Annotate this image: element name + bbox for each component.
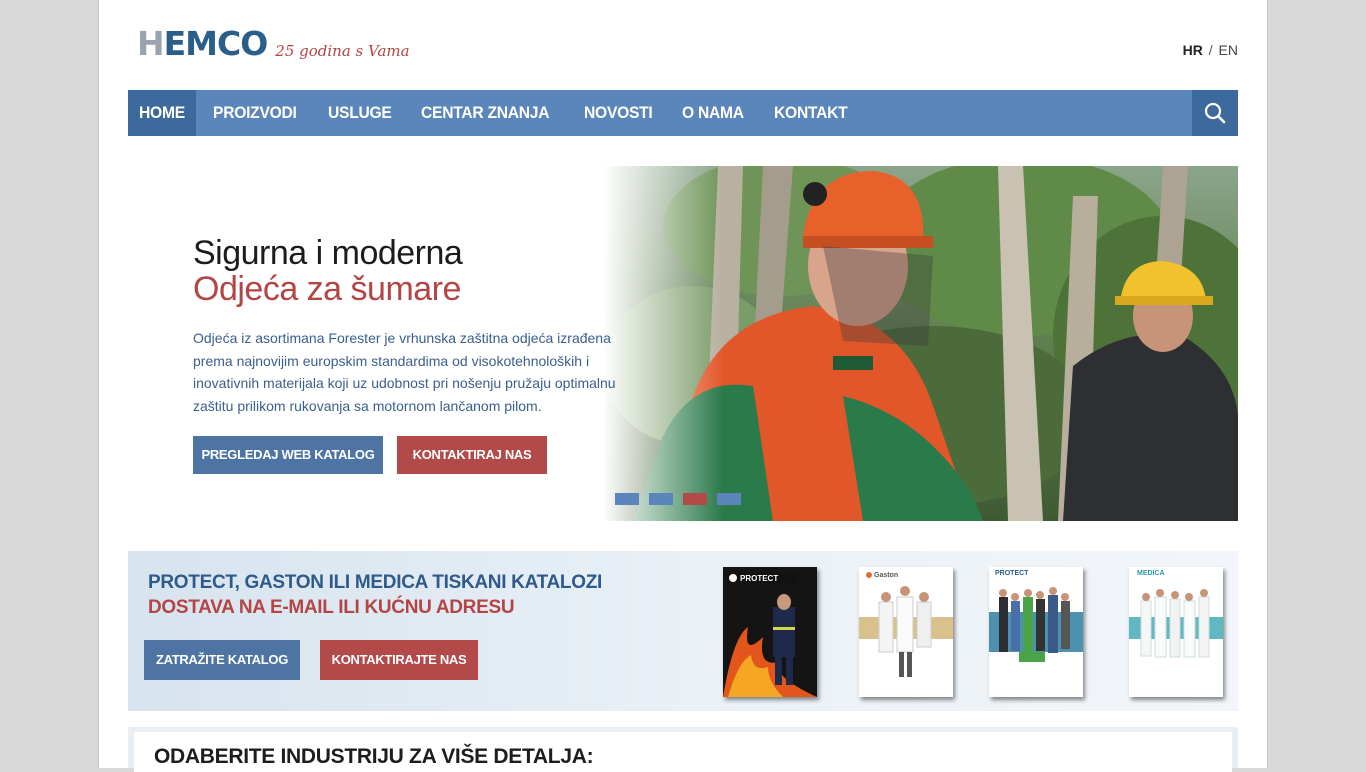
main-navigation: HOME PROIZVODI USLUGE CENTAR ZNANJA NOVO… <box>128 90 1238 136</box>
cover-protect-workwear[interactable]: PROTECT <box>989 567 1083 697</box>
slider-dot[interactable] <box>615 493 639 505</box>
lang-hr-link[interactable]: HR <box>1183 42 1203 58</box>
logo-wordmark: H EMCO <box>137 24 269 63</box>
catalog-cover-image: PROTECT <box>989 567 1083 697</box>
logo-tagline: 25 godina s Vama <box>275 42 410 60</box>
catalog-cover-image: Gaston <box>859 567 953 697</box>
cover-brand-text: MEDICA <box>1137 570 1165 577</box>
hero-slider: Sigurna i moderna Odjeća za šumare Odjeć… <box>128 166 1238 521</box>
printed-catalog-banner: PROTECT, GASTON ILI MEDICA TISKANI KATAL… <box>128 551 1238 711</box>
cover-gaston[interactable]: Gaston <box>859 567 953 697</box>
catalog-cover-image: MEDICA <box>1129 567 1223 697</box>
industry-panel: ODABERITE INDUSTRIJU ZA VIŠE DETALJA: <box>134 732 1232 772</box>
cover-brand-text: Gaston <box>874 572 898 579</box>
nav-item-centar-znanja[interactable]: CENTAR ZNANJA <box>410 90 560 136</box>
slider-dot[interactable] <box>649 493 673 505</box>
page-container: H EMCO 25 godina s Vama HR / EN HOME PROI… <box>98 0 1268 772</box>
contact-us-button[interactable]: KONTAKTIRAJ NAS <box>397 436 547 474</box>
nav-item-kontakt[interactable]: KONTAKT <box>763 90 858 136</box>
slider-dot-active[interactable] <box>683 493 707 505</box>
cover-brand-text: PROTECT <box>995 570 1029 577</box>
catalog-cover-image: PROTECT <box>723 567 817 697</box>
contact-button[interactable]: KONTAKTIRAJTE NAS <box>320 640 478 680</box>
industry-section: ODABERITE INDUSTRIJU ZA VIŠE DETALJA: <box>128 727 1238 772</box>
lang-separator: / <box>1208 42 1213 58</box>
nav-item-usluge[interactable]: USLUGE <box>317 90 403 136</box>
cover-medica[interactable]: MEDICA <box>1129 567 1223 697</box>
catalog-heading: PROTECT, GASTON ILI MEDICA TISKANI KATAL… <box>148 572 603 593</box>
search-icon <box>1204 102 1226 124</box>
hero-title-line2: Odjeća za šumare <box>193 270 461 308</box>
cover-brand-text: PROTECT <box>740 574 778 583</box>
slider-dot[interactable] <box>717 493 741 505</box>
logo-emco-text: EMCO <box>163 24 269 63</box>
nav-item-novosti[interactable]: NOVOSTI <box>573 90 664 136</box>
industry-heading: ODABERITE INDUSTRIJU ZA VIŠE DETALJA: <box>154 745 594 768</box>
nav-item-o-nama[interactable]: O NAMA <box>671 90 755 136</box>
site-logo[interactable]: H EMCO 25 godina s Vama <box>137 24 410 63</box>
search-button[interactable] <box>1192 90 1238 136</box>
catalog-subheading: DOSTAVA NA E-MAIL ILI KUĆNU ADRESU <box>148 597 515 618</box>
cover-protect-fire[interactable]: PROTECT <box>723 567 817 697</box>
hero-description: Odjeća iz asortimana Forester je vrhunsk… <box>193 330 616 414</box>
lang-en-link[interactable]: EN <box>1219 42 1238 58</box>
language-switcher: HR / EN <box>1183 42 1238 58</box>
logo-h-letter: H <box>137 24 165 63</box>
slider-pagination <box>615 493 751 505</box>
nav-item-proizvodi[interactable]: PROIZVODI <box>202 90 308 136</box>
nav-item-home[interactable]: HOME <box>128 90 196 136</box>
hero-title-line1: Sigurna i moderna <box>193 234 463 272</box>
request-catalog-button[interactable]: ZATRAŽITE KATALOG <box>144 640 300 680</box>
view-web-catalog-button[interactable]: PREGLEDAJ WEB KATALOG <box>193 436 383 474</box>
